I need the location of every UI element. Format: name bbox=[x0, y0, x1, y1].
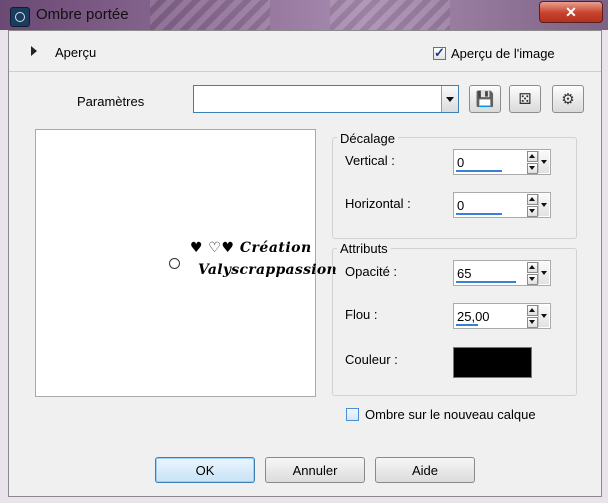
blur-value: 25,00 bbox=[457, 309, 490, 324]
blur-dropdown-arrow[interactable] bbox=[538, 305, 549, 327]
save-preset-button[interactable]: 💾 bbox=[469, 85, 501, 113]
dice-icon: ⚄ bbox=[518, 91, 532, 108]
randomize-button[interactable]: ⚄ bbox=[509, 85, 541, 113]
app-icon bbox=[10, 7, 30, 27]
arrow-down-icon[interactable] bbox=[527, 206, 538, 217]
presets-combobox[interactable] bbox=[193, 85, 459, 113]
vertical-label: Vertical : bbox=[345, 153, 395, 168]
vertical-value: 0 bbox=[457, 155, 465, 170]
preview-pane[interactable]: ♥ ♡♥ Création Valyscrappassion bbox=[35, 129, 337, 397]
arrow-up-icon[interactable] bbox=[527, 262, 538, 273]
help-button[interactable]: Aide bbox=[375, 457, 475, 483]
horizontal-label: Horizontal : bbox=[345, 196, 411, 211]
shadow-new-layer-checkbox[interactable] bbox=[346, 408, 359, 421]
opacity-label: Opacité : bbox=[345, 264, 398, 279]
vertical-dropdown-arrow[interactable] bbox=[538, 151, 549, 173]
horizontal-spinbox[interactable]: 0 bbox=[453, 192, 551, 218]
blur-spinbox[interactable]: 25,00 bbox=[453, 303, 551, 329]
watermark-line-1: ♥ ♡♥ Création bbox=[190, 240, 312, 256]
opacity-value: 65 bbox=[457, 266, 472, 281]
expand-triangle-icon[interactable] bbox=[31, 46, 37, 56]
cancel-button[interactable]: Annuler bbox=[265, 457, 365, 483]
title-bar-decoration bbox=[150, 0, 270, 30]
dialog-client-area: Aperçu Aperçu de l'image Paramètres 💾 ⚄ … bbox=[8, 30, 602, 497]
shadow-color-swatch[interactable] bbox=[453, 347, 532, 378]
opacity-spinbox[interactable]: 65 bbox=[453, 260, 551, 286]
close-button[interactable]: ✕ bbox=[539, 1, 603, 23]
arrow-down-icon[interactable] bbox=[527, 163, 538, 174]
arrow-up-icon[interactable] bbox=[527, 194, 538, 205]
opacity-stepper[interactable] bbox=[527, 262, 538, 285]
watermark-line-2: Valyscrappassion bbox=[198, 262, 338, 278]
save-icon: 💾 bbox=[475, 91, 495, 108]
horizontal-stepper[interactable] bbox=[527, 194, 538, 217]
divider bbox=[9, 71, 601, 72]
window-title: Ombre portée bbox=[36, 6, 129, 23]
arrow-down-icon[interactable] bbox=[527, 274, 538, 285]
vertical-slider-bar[interactable] bbox=[456, 170, 502, 172]
ok-button[interactable]: OK bbox=[155, 457, 255, 483]
arrow-up-icon[interactable] bbox=[527, 151, 538, 162]
blur-stepper[interactable] bbox=[527, 305, 538, 328]
opacity-slider-bar[interactable] bbox=[456, 281, 516, 283]
title-bar[interactable]: Ombre portée ✕ bbox=[0, 0, 608, 30]
arrow-up-icon[interactable] bbox=[527, 305, 538, 316]
arrow-down-icon[interactable] bbox=[527, 317, 538, 328]
attributes-group-title: Attributs bbox=[337, 241, 391, 256]
image-preview-label[interactable]: Aperçu de l'image bbox=[451, 46, 555, 61]
offset-group-title: Décalage bbox=[337, 131, 398, 146]
preview-section-label[interactable]: Aperçu bbox=[55, 45, 96, 60]
combobox-dropdown-arrow[interactable] bbox=[441, 86, 458, 112]
color-label: Couleur : bbox=[345, 352, 398, 367]
title-bar-decoration bbox=[330, 0, 450, 30]
shadow-new-layer-label[interactable]: Ombre sur le nouveau calque bbox=[365, 407, 536, 422]
horizontal-dropdown-arrow[interactable] bbox=[538, 194, 549, 216]
vertical-stepper[interactable] bbox=[527, 151, 538, 174]
vertical-spinbox[interactable]: 0 bbox=[453, 149, 551, 175]
preview-circle bbox=[169, 258, 180, 269]
opacity-dropdown-arrow[interactable] bbox=[538, 262, 549, 284]
blur-slider-bar[interactable] bbox=[456, 324, 478, 326]
preset-manager-icon: ⚙ bbox=[561, 91, 575, 108]
horizontal-slider-bar[interactable] bbox=[456, 213, 502, 215]
image-preview-checkbox[interactable] bbox=[433, 45, 446, 61]
close-icon: ✕ bbox=[565, 3, 577, 20]
preview-toggle-row: Aperçu Aperçu de l'image bbox=[9, 39, 601, 65]
blur-label: Flou : bbox=[345, 307, 378, 322]
preset-manager-button[interactable]: ⚙ bbox=[552, 85, 584, 113]
presets-label: Paramètres bbox=[77, 94, 145, 109]
horizontal-value: 0 bbox=[457, 198, 465, 213]
